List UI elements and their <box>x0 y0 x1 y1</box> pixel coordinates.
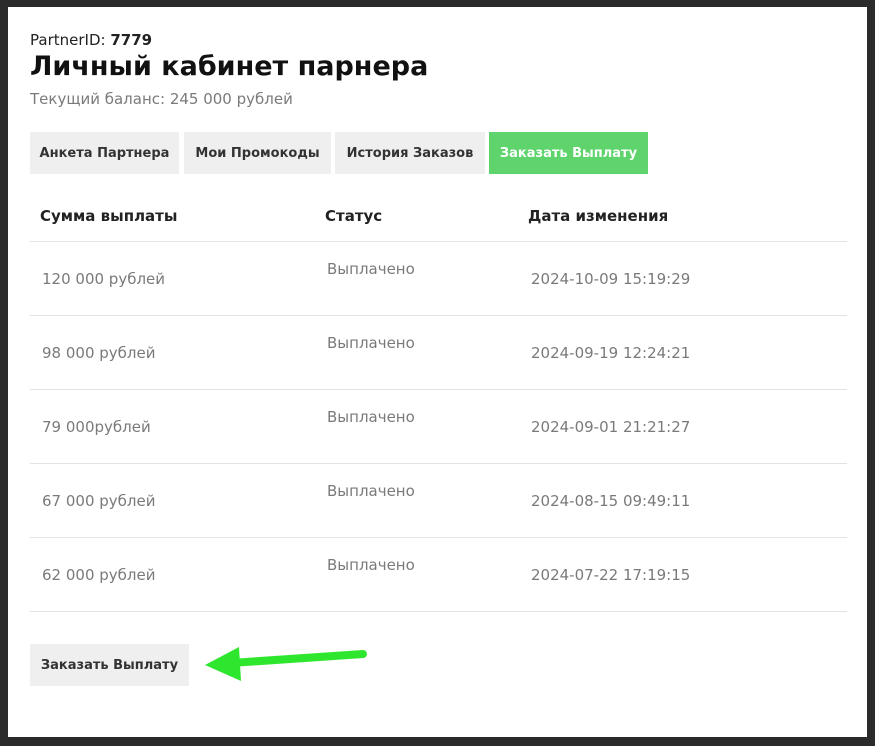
payout-amount: 79 000рублей <box>42 418 151 436</box>
payout-status: Выплачено <box>327 556 415 574</box>
column-header-status: Статус <box>325 207 383 225</box>
payout-status: Выплачено <box>327 482 415 500</box>
column-header-amount: Сумма выплаты <box>40 207 178 225</box>
table-header: Сумма выплаты Статус Дата изменения <box>30 190 847 242</box>
table-row: 79 000рублей Выплачено 2024-09-01 21:21:… <box>30 390 847 464</box>
table-row: 62 000 рублей Выплачено 2024-07-22 17:19… <box>30 538 847 612</box>
current-balance: Текущий баланс: 245 000 рублей <box>30 90 293 108</box>
table-row: 120 000 рублей Выплачено 2024-10-09 15:1… <box>30 242 847 316</box>
column-header-date: Дата изменения <box>528 207 669 225</box>
payout-amount: 67 000 рублей <box>42 492 156 510</box>
arrow-left-icon <box>205 647 367 681</box>
partner-id-value: 7779 <box>110 31 153 49</box>
payout-status: Выплачено <box>327 408 415 426</box>
table-row: 67 000 рублей Выплачено 2024-08-15 09:49… <box>30 464 847 538</box>
payout-amount: 98 000 рублей <box>42 344 156 362</box>
tab-order-payout[interactable]: Заказать Выплату <box>489 132 648 174</box>
tab-order-history[interactable]: История Заказов <box>335 132 485 174</box>
payout-status: Выплачено <box>327 334 415 352</box>
payout-date: 2024-10-09 15:19:29 <box>531 270 691 288</box>
tab-my-promocodes[interactable]: Мои Промокоды <box>184 132 331 174</box>
payout-date: 2024-08-15 09:49:11 <box>531 492 691 510</box>
payout-amount: 120 000 рублей <box>42 270 166 288</box>
payout-date: 2024-09-19 12:24:21 <box>531 344 691 362</box>
payout-amount: 62 000 рублей <box>42 566 156 584</box>
order-payout-button[interactable]: Заказать Выплату <box>30 644 189 686</box>
partner-id: PartnerID: 7779 <box>30 31 152 49</box>
payouts-table: Сумма выплаты Статус Дата изменения 120 … <box>30 190 847 612</box>
tab-partner-profile[interactable]: Анкета Партнера <box>30 132 179 174</box>
payout-date: 2024-09-01 21:21:27 <box>531 418 691 436</box>
page-title: Личный кабинет парнера <box>30 51 429 82</box>
payout-date: 2024-07-22 17:19:15 <box>531 566 691 584</box>
partner-panel: PartnerID: 7779 Личный кабинет парнера Т… <box>8 7 867 737</box>
payout-status: Выплачено <box>327 260 415 278</box>
partner-id-label: PartnerID: <box>30 31 106 49</box>
table-row: 98 000 рублей Выплачено 2024-09-19 12:24… <box>30 316 847 390</box>
